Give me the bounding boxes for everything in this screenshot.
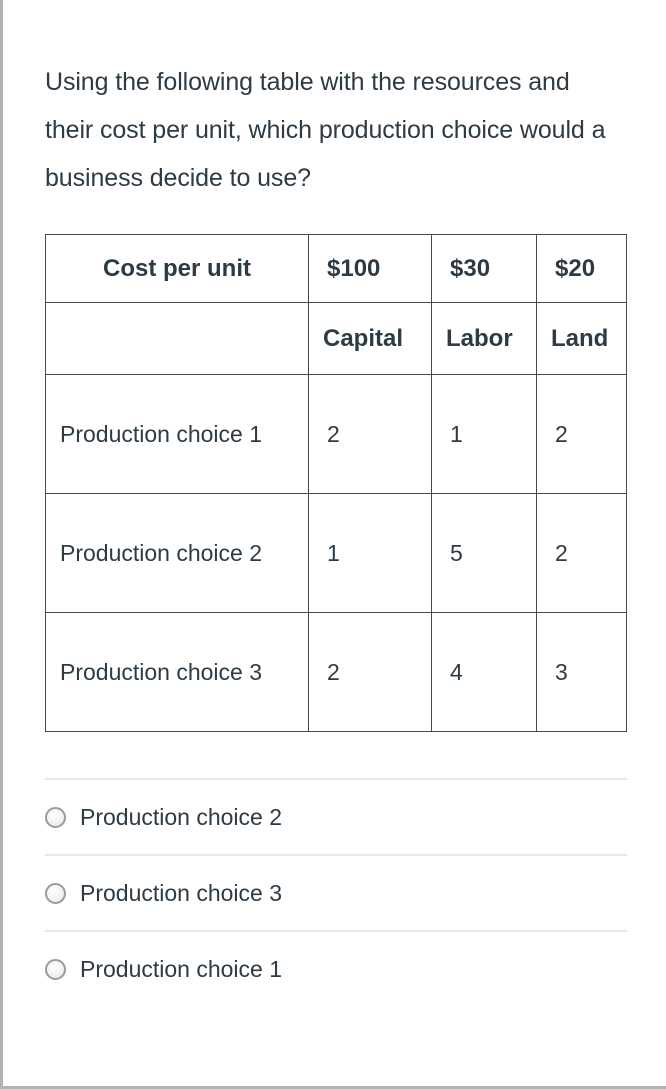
- resource-row-empty-cell: [45, 302, 309, 375]
- choice-3-land: 3: [536, 612, 627, 732]
- cost-capital-cell: $100: [308, 234, 432, 303]
- cost-land-cell: $20: [536, 234, 627, 303]
- answer-option-3[interactable]: Production choice 1: [45, 930, 627, 1006]
- question-prompt: Using the following table with the resou…: [45, 68, 606, 192]
- choice-2-capital: 1: [308, 493, 432, 613]
- table-row: Production choice 2 1 5 2: [45, 493, 627, 613]
- choice-1-capital: 2: [308, 374, 432, 494]
- answer-option-label: Production choice 2: [80, 803, 283, 830]
- answer-option-label: Production choice 3: [80, 879, 283, 906]
- cost-per-unit-header: Cost per unit: [45, 234, 309, 303]
- row-label-choice-1: Production choice 1: [45, 374, 309, 494]
- choice-1-labor: 1: [431, 374, 537, 494]
- row-label-choice-2: Production choice 2: [45, 493, 309, 613]
- choice-2-land: 2: [536, 493, 627, 613]
- choice-3-capital: 2: [308, 612, 432, 732]
- table-row-resource-names: Capital Labor Land: [45, 302, 627, 375]
- resource-labor-header: Labor: [431, 302, 537, 375]
- choice-1-land: 2: [536, 374, 627, 494]
- choice-3-labor: 4: [431, 612, 537, 732]
- answer-option-label: Production choice 1: [80, 955, 283, 982]
- table-row: Production choice 3 2 4 3: [45, 612, 627, 732]
- table-row: Production choice 1 2 1 2: [45, 374, 627, 494]
- table-row-cost-per-unit: Cost per unit $100 $30 $20: [45, 234, 627, 303]
- resource-cost-table: Cost per unit $100 $30 $20 Capital Labor…: [45, 234, 627, 732]
- radio-button-icon[interactable]: [45, 958, 66, 980]
- resource-land-header: Land: [536, 302, 627, 375]
- answer-option-2[interactable]: Production choice 3: [45, 854, 627, 930]
- radio-button-icon[interactable]: [45, 806, 66, 828]
- question-page: Using the following table with the resou…: [0, 0, 666, 1089]
- cost-labor-cell: $30: [431, 234, 537, 303]
- radio-button-icon[interactable]: [45, 882, 66, 904]
- row-label-choice-3: Production choice 3: [45, 612, 309, 732]
- answer-option-1[interactable]: Production choice 2: [45, 778, 627, 854]
- answer-options-list: Production choice 2 Production choice 3 …: [45, 778, 627, 1006]
- question-content: Using the following table with the resou…: [45, 58, 627, 1006]
- resource-capital-header: Capital: [308, 302, 432, 375]
- choice-2-labor: 5: [431, 493, 537, 613]
